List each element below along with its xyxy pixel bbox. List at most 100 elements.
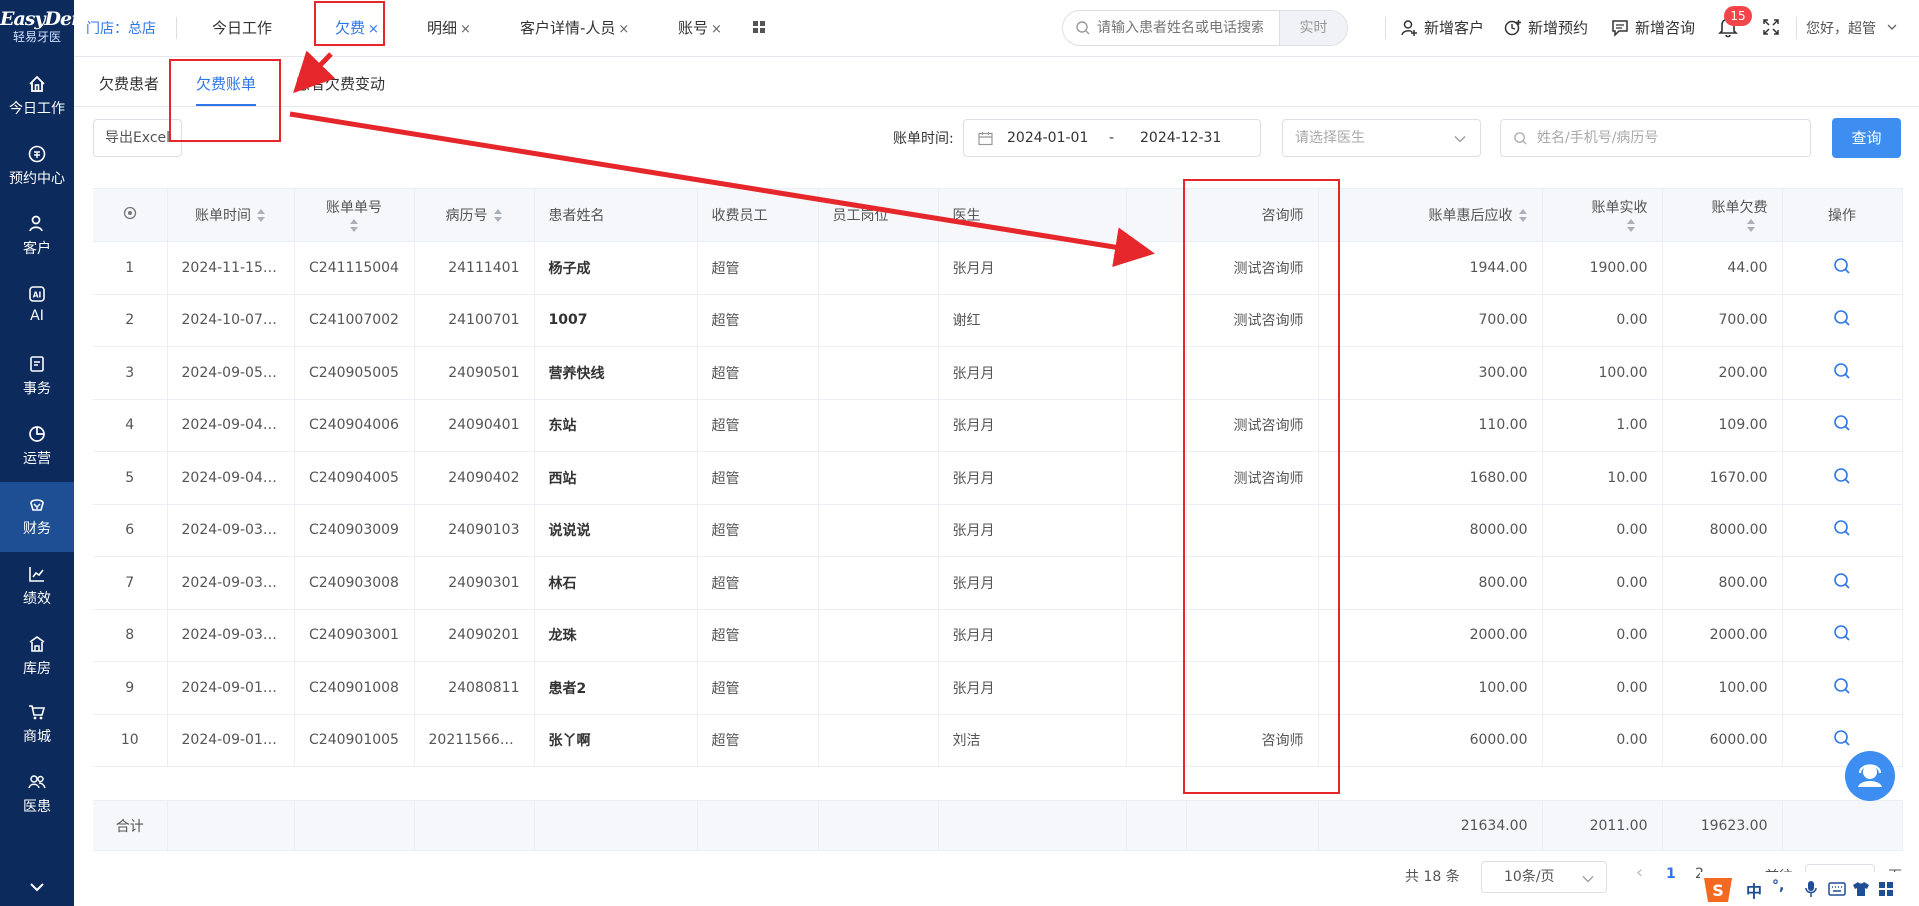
sort-icon[interactable] — [1746, 219, 1756, 233]
header-patient-name: 患者姓名 — [534, 188, 698, 242]
sidebar-item-affairs[interactable]: 事务 — [0, 342, 74, 412]
receivable-cell: 1680.00 — [1318, 451, 1543, 505]
sidebar-expand-button[interactable] — [0, 868, 74, 906]
header-receivable[interactable]: 账单惠后应收 — [1318, 188, 1543, 242]
close-icon[interactable]: × — [711, 22, 722, 37]
header-arrears[interactable]: 账单欠费 — [1662, 188, 1783, 242]
skin-icon[interactable] — [1852, 881, 1870, 897]
total-paid-cell: 2011.00 — [1542, 800, 1663, 851]
doctor-select[interactable]: 请选择医生 — [1282, 119, 1481, 157]
view-detail-search-icon[interactable] — [1833, 257, 1851, 275]
sidebar-item-performance[interactable]: 绩效 — [0, 552, 74, 622]
bill-time-cell: 2024-09-05 ... — [167, 346, 295, 400]
user-menu[interactable]: 您好，超管 — [1806, 18, 1898, 38]
patient-name-cell: 营养快线 — [534, 346, 698, 400]
arrears-cell: 109.00 — [1662, 399, 1783, 452]
sidebar-item-doctor-patient[interactable]: 医患 — [0, 760, 74, 830]
tab-today[interactable]: 今日工作 — [212, 14, 272, 42]
received-cell: 0.00 — [1542, 714, 1663, 767]
subtab-arrears-changes[interactable]: 患者欠费变动 — [295, 73, 385, 94]
view-detail-search-icon[interactable] — [1833, 362, 1851, 380]
view-detail-search-icon[interactable] — [1833, 519, 1851, 537]
header-record-no[interactable]: 病历号 — [414, 188, 535, 242]
header-bill-time-label: 账单时间 — [195, 208, 251, 224]
sidebar-item-today[interactable]: 今日工作 — [0, 62, 74, 132]
grid-icon[interactable] — [752, 20, 766, 34]
view-detail-search-icon[interactable] — [1833, 414, 1851, 432]
column-settings-header[interactable] — [93, 188, 168, 242]
tab-details[interactable]: 明细 × — [427, 14, 471, 42]
add-customer-button[interactable]: 新增客户 — [1400, 16, 1484, 40]
received-cell: 1900.00 — [1542, 241, 1663, 295]
sidebar-item-customers[interactable]: 客户 — [0, 202, 74, 272]
customer-service-button[interactable] — [1845, 751, 1895, 801]
sidebar-item-mall[interactable]: 商城 — [0, 690, 74, 760]
patient-name-cell: 1007 — [534, 294, 698, 347]
export-excel-button[interactable]: 导出Excel — [93, 119, 182, 157]
operation-cell — [1782, 241, 1903, 295]
close-icon[interactable]: × — [618, 22, 629, 37]
header-bill-no[interactable]: 账单单号 — [294, 188, 415, 242]
query-button[interactable]: 查询 — [1832, 118, 1901, 158]
patient-filter-input[interactable]: 姓名/手机号/病历号 — [1500, 119, 1811, 157]
received-cell: 0.00 — [1542, 504, 1663, 557]
sidebar-item-label: 财务 — [23, 521, 51, 537]
page-size-select[interactable]: 10条/页 — [1481, 861, 1607, 893]
sidebar-item-operations[interactable]: 运营 — [0, 412, 74, 482]
arrears-cell: 800.00 — [1662, 556, 1783, 610]
close-icon[interactable]: × — [368, 22, 379, 37]
sort-icon[interactable] — [1518, 209, 1528, 223]
sort-icon[interactable] — [493, 209, 503, 223]
add-appointment-button[interactable]: 新增预约 — [1504, 16, 1588, 40]
page-1-button[interactable]: 1 — [1666, 866, 1676, 882]
keyboard-icon[interactable] — [1828, 882, 1846, 896]
realtime-toggle[interactable]: 实时 — [1279, 11, 1347, 45]
bill-time-cell: 2024-10-07 ... — [167, 294, 295, 347]
view-detail-search-icon[interactable] — [1833, 729, 1851, 747]
close-icon[interactable]: × — [460, 22, 471, 37]
subtab-arrears-bills[interactable]: 欠费账单 — [196, 73, 256, 94]
sort-icon[interactable] — [1626, 219, 1636, 233]
sidebar-item-label: 医患 — [23, 799, 51, 815]
consultant-cell: 咨询师 — [1186, 714, 1319, 767]
operation-cell — [1782, 294, 1903, 347]
sidebar-item-ai[interactable]: AI AI — [0, 272, 74, 342]
tab-arrears[interactable]: 欠费 × — [335, 14, 379, 42]
view-detail-search-icon[interactable] — [1833, 572, 1851, 590]
cart-icon — [29, 705, 46, 720]
sidebar-item-finance[interactable]: 财务 — [0, 482, 74, 552]
tab-label: 客户详情-人员 — [520, 19, 616, 37]
toolbox-icon[interactable] — [1878, 881, 1894, 897]
finance-icon — [30, 499, 44, 511]
sidebar-item-appointments[interactable]: 预约中心 — [0, 132, 74, 202]
view-detail-search-icon[interactable] — [1833, 677, 1851, 695]
patient-search-input[interactable] — [1097, 11, 1263, 45]
ime-language[interactable]: 中 — [1746, 878, 1762, 902]
row-index: 8 — [93, 609, 168, 662]
add-consultation-button[interactable]: 新增咨询 — [1611, 16, 1695, 40]
doctor-cell: 张月月 — [938, 451, 1127, 505]
svg-text:S: S — [1712, 881, 1724, 900]
total-empty-cell — [1186, 800, 1319, 851]
subtab-arrears-patients[interactable]: 欠费患者 — [99, 73, 159, 94]
fullscreen-icon[interactable] — [1762, 18, 1780, 36]
prev-page-button[interactable]: ‹ — [1636, 862, 1643, 883]
header-received[interactable]: 账单实收 — [1542, 188, 1663, 242]
consultant-cell — [1186, 556, 1319, 610]
date-range-picker[interactable]: 2024-01-01 - 2024-12-31 — [963, 119, 1261, 157]
chart-icon — [29, 567, 44, 582]
sort-icon[interactable] — [349, 219, 359, 233]
header-bill-time[interactable]: 账单时间 — [167, 188, 295, 242]
sort-icon[interactable] — [257, 209, 266, 223]
microphone-icon[interactable] — [1804, 880, 1818, 898]
view-detail-search-icon[interactable] — [1833, 467, 1851, 485]
tab-account[interactable]: 账号 × — [678, 14, 722, 42]
store-selector[interactable]: 门店：总店 — [86, 18, 156, 38]
ime-punctuation[interactable]: °, — [1772, 878, 1784, 894]
view-detail-search-icon[interactable] — [1833, 624, 1851, 642]
sidebar-item-warehouse[interactable]: 库房 — [0, 622, 74, 692]
user-icon — [29, 215, 43, 232]
tab-customer-detail[interactable]: 客户详情-人员 × — [520, 14, 629, 42]
arrears-cell: 8000.00 — [1662, 504, 1783, 557]
view-detail-search-icon[interactable] — [1833, 309, 1851, 327]
